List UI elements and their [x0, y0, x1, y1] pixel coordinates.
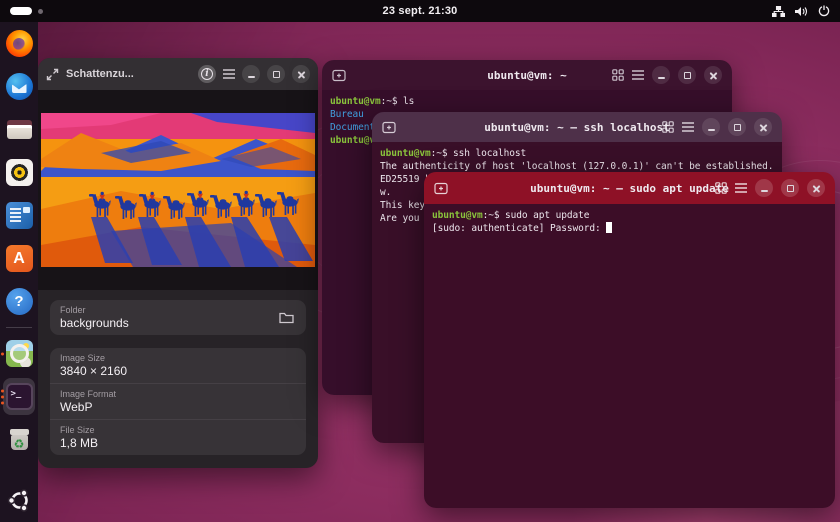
- window-title: ubuntu@vm: ~: [322, 69, 732, 82]
- property-row: File Size 1,8 MB: [50, 419, 306, 455]
- terminal-window-sudo: ubuntu@vm: ~ — sudo apt update ubuntu@vm…: [424, 172, 835, 508]
- terminal-headerbar-root[interactable]: ubuntu@vm: ~ — sudo apt update: [424, 172, 835, 204]
- console-icon: >_: [6, 383, 33, 410]
- maximize-button[interactable]: [267, 65, 285, 83]
- menu-icon[interactable]: [682, 122, 694, 132]
- tab-overview-icon[interactable]: [612, 69, 624, 81]
- folder-value: backgrounds: [60, 316, 269, 330]
- dock: A ? >_ ♻: [0, 22, 38, 522]
- dock-item-show-apps[interactable]: [0, 479, 38, 522]
- dock-item-help[interactable]: ?: [0, 280, 38, 323]
- dock-item-libreoffice-writer[interactable]: [0, 194, 38, 237]
- new-tab-icon[interactable]: [382, 121, 396, 134]
- firefox-icon: [6, 30, 33, 57]
- clock[interactable]: 23 sept. 21:30: [0, 5, 840, 17]
- power-icon: [818, 5, 830, 17]
- files-icon: [6, 116, 33, 143]
- dock-item-firefox[interactable]: [0, 22, 38, 65]
- property-row: Image Size 3840 × 2160: [50, 348, 306, 383]
- volume-icon: [795, 6, 808, 17]
- camel-caravan-image: [41, 113, 315, 267]
- maximize-button[interactable]: [728, 118, 746, 136]
- minimize-button[interactable]: [755, 179, 773, 197]
- image-viewer-window: Schattenzu... i: [38, 58, 318, 468]
- writer-icon: [6, 202, 33, 229]
- menu-icon[interactable]: [223, 69, 235, 79]
- minimize-button[interactable]: [652, 66, 670, 84]
- thunderbird-icon: [6, 73, 33, 100]
- close-button[interactable]: [292, 65, 310, 83]
- window-title: Schattenzu...: [66, 68, 134, 80]
- folder-card: Folder backgrounds: [50, 300, 306, 335]
- image-properties-panel: Folder backgrounds Image Size 3840 × 216…: [38, 290, 318, 465]
- close-button[interactable]: [807, 179, 825, 197]
- fullscreen-icon[interactable]: [46, 68, 59, 81]
- ubuntu-logo-icon: [6, 487, 33, 514]
- dock-item-image-viewer[interactable]: [0, 332, 38, 375]
- minimize-button[interactable]: [702, 118, 720, 136]
- dock-item-app-center[interactable]: A: [0, 237, 38, 280]
- menu-icon[interactable]: [632, 70, 644, 80]
- help-icon: ?: [6, 288, 33, 315]
- running-indicator: [1, 352, 4, 355]
- image-viewer-headerbar[interactable]: Schattenzu... i: [38, 58, 318, 90]
- window-title: ubuntu@vm: ~ — ssh localhost: [372, 121, 782, 134]
- dock-item-thunderbird[interactable]: [0, 65, 38, 108]
- maximize-button[interactable]: [781, 179, 799, 197]
- tab-overview-icon[interactable]: [715, 182, 727, 194]
- top-bar: 23 sept. 21:30: [0, 0, 840, 22]
- close-button[interactable]: [754, 118, 772, 136]
- image-canvas[interactable]: [38, 90, 318, 290]
- rhythmbox-icon: [6, 159, 33, 186]
- running-indicator: [1, 389, 4, 404]
- new-tab-icon[interactable]: [332, 69, 346, 82]
- minimize-button[interactable]: [242, 65, 260, 83]
- app-center-icon: A: [6, 245, 33, 272]
- window-title: ubuntu@vm: ~ — sudo apt update: [424, 182, 835, 195]
- dock-item-trash[interactable]: ♻: [0, 418, 38, 461]
- tab-overview-icon[interactable]: [662, 121, 674, 133]
- dock-item-files[interactable]: [0, 108, 38, 151]
- terminal-headerbar[interactable]: ubuntu@vm: ~ — ssh localhost: [372, 112, 782, 142]
- terminal-cursor: [606, 222, 612, 233]
- dock-item-console[interactable]: >_: [0, 375, 38, 418]
- details-card: Image Size 3840 × 2160 Image Format WebP…: [50, 348, 306, 455]
- network-icon: [772, 6, 785, 17]
- menu-icon[interactable]: [735, 183, 747, 193]
- maximize-button[interactable]: [678, 66, 696, 84]
- new-tab-icon[interactable]: [434, 182, 448, 195]
- image-viewer-icon: [6, 340, 33, 367]
- terminal-headerbar[interactable]: ubuntu@vm: ~: [322, 60, 732, 90]
- terminal-content[interactable]: ubuntu@vm:~$ sudo apt update[sudo: authe…: [424, 204, 835, 508]
- open-folder-icon[interactable]: [279, 312, 306, 324]
- dock-item-rhythmbox[interactable]: [0, 151, 38, 194]
- property-row: Image Format WebP: [50, 383, 306, 419]
- close-button[interactable]: [704, 66, 722, 84]
- system-tray[interactable]: [772, 5, 840, 17]
- info-button[interactable]: i: [198, 65, 216, 83]
- trash-icon: ♻: [6, 426, 33, 453]
- dock-separator: [6, 327, 32, 328]
- folder-label: Folder: [60, 305, 269, 315]
